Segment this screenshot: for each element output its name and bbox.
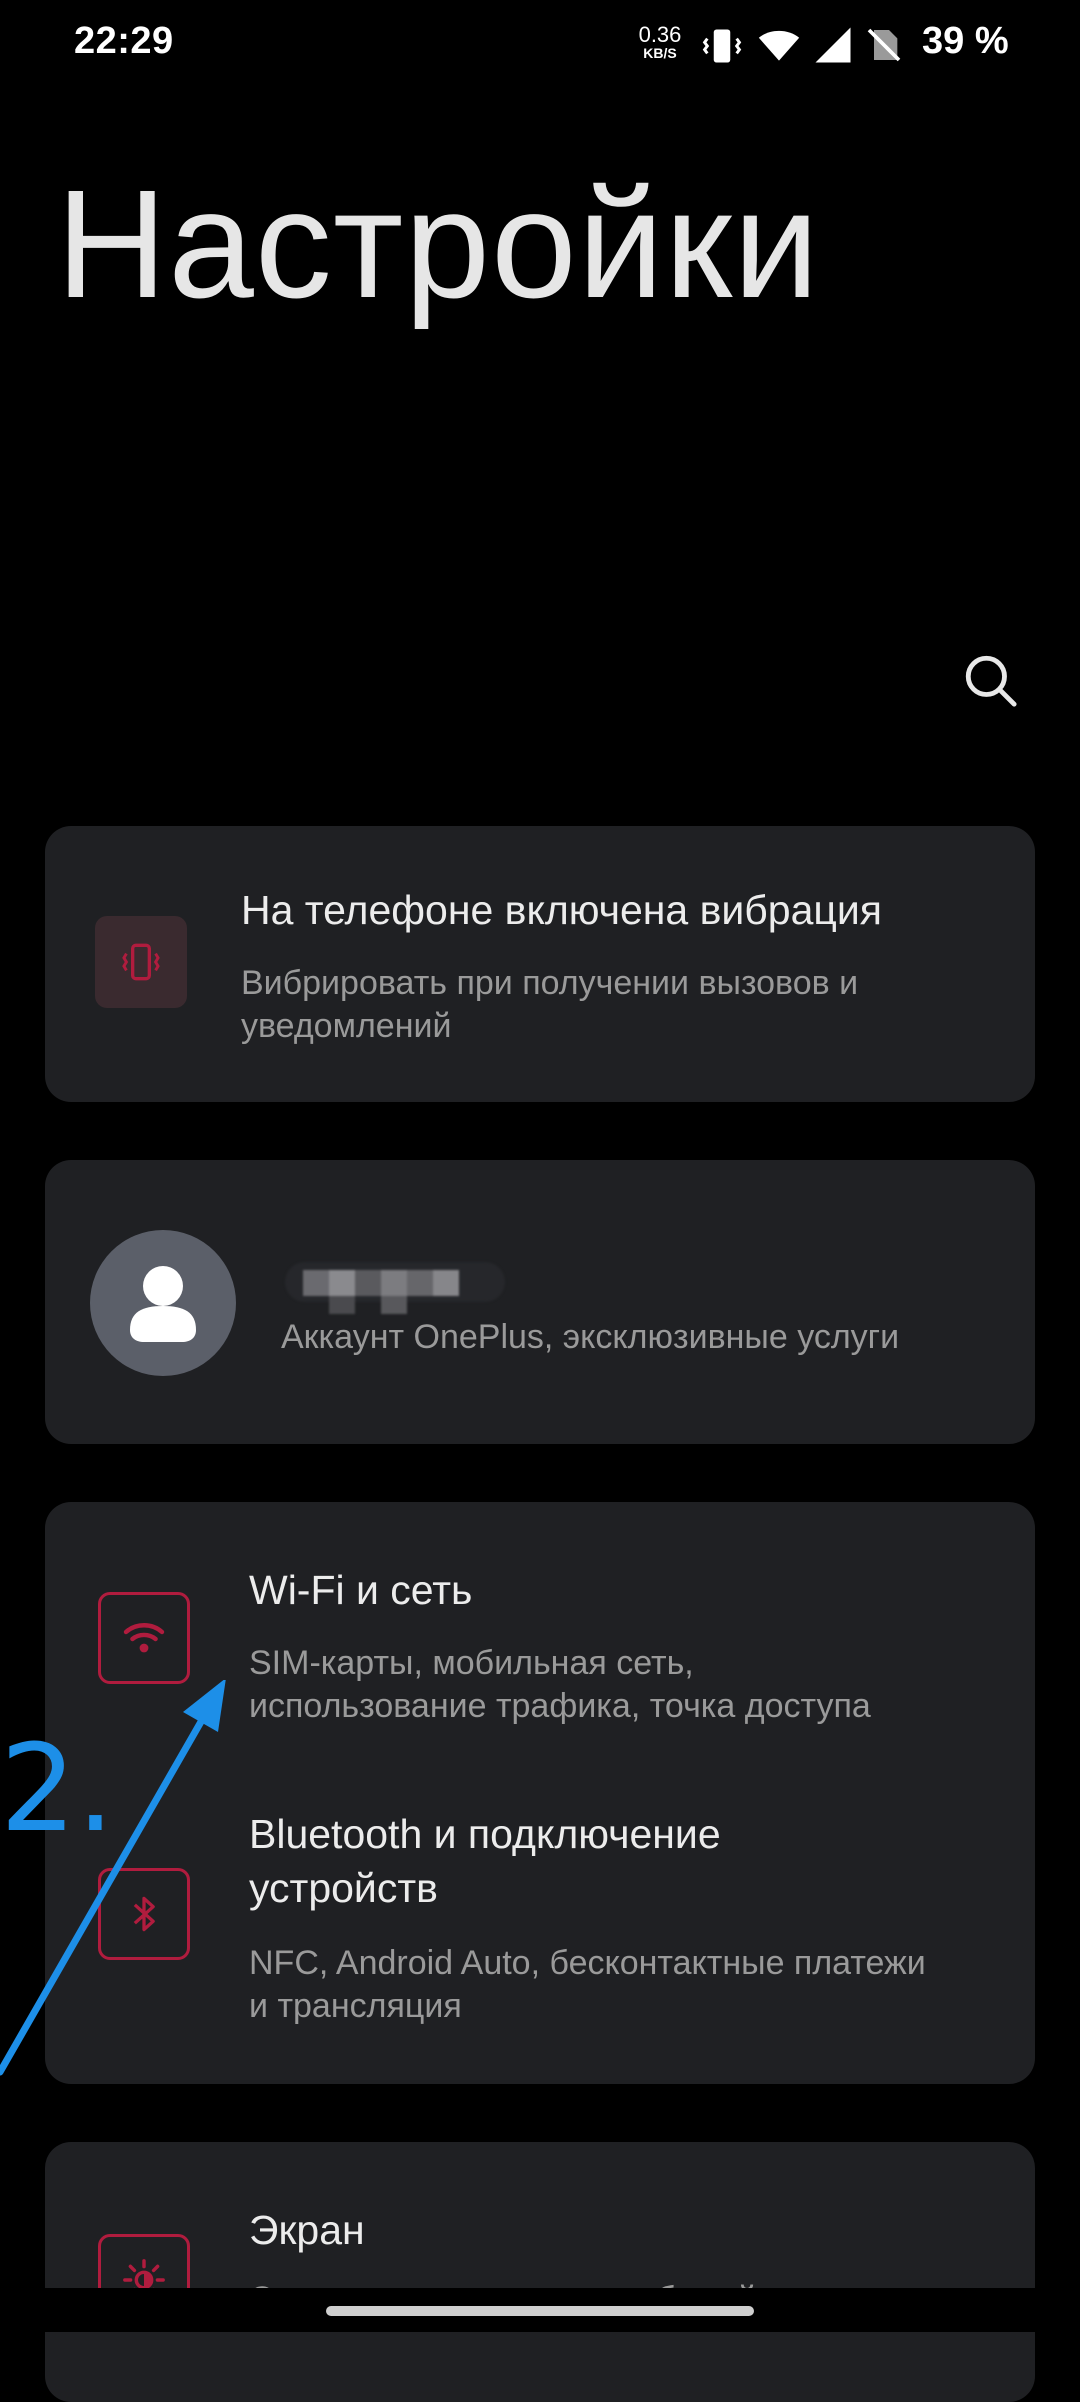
account-name-redacted xyxy=(285,1252,505,1314)
screen-title: Экран xyxy=(249,2207,365,2253)
bluetooth-title-line2: устройств xyxy=(249,1865,438,1911)
status-time: 22:29 xyxy=(74,20,174,62)
vibrate-icon xyxy=(700,24,744,73)
vibration-subtitle-line1: Вибрировать при получении вызовов и xyxy=(241,964,859,1002)
annotation-arrow xyxy=(0,1680,226,2076)
wifi-subtitle-line2: использование трафика, точка доступа xyxy=(249,1687,871,1725)
bluetooth-subtitle-line1: NFC, Android Auto, бесконтактные платежи xyxy=(249,1944,926,1982)
network-speed: 0.36 KB/S xyxy=(634,22,686,61)
bluetooth-title-line1: Bluetooth и подключение xyxy=(249,1811,721,1857)
vibration-subtitle-line2: уведомлений xyxy=(241,1007,452,1045)
network-speed-unit: KB/S xyxy=(643,45,677,61)
wifi-icon xyxy=(756,24,802,73)
no-sim-icon xyxy=(864,24,904,71)
gesture-home-bar[interactable] xyxy=(326,2306,754,2316)
account-subtitle: Аккаунт OnePlus, эксклюзивные услуги xyxy=(281,1318,900,1356)
battery-percent: 39 % xyxy=(922,20,1009,62)
wifi-subtitle-line1: SIM-карты, мобильная сеть, xyxy=(249,1644,694,1682)
search-button[interactable] xyxy=(950,640,1030,720)
person-icon xyxy=(130,1266,196,1342)
screen-card[interactable]: Экран Строка состояния, черно-белый экра… xyxy=(45,2142,1035,2402)
vibrate-icon xyxy=(95,916,187,1008)
vibration-title: На телефоне включена вибрация xyxy=(241,887,882,933)
avatar xyxy=(90,1230,236,1376)
network-speed-value: 0.36 xyxy=(638,22,682,47)
wifi-icon xyxy=(98,1592,190,1684)
bluetooth-subtitle-line2: и трансляция xyxy=(249,1987,462,2025)
wifi-title: Wi-Fi и сеть xyxy=(249,1567,473,1613)
account-card[interactable]: Аккаунт OnePlus, эксклюзивные услуги xyxy=(45,1160,1035,1444)
search-icon xyxy=(965,655,1017,707)
vibration-card[interactable]: На телефоне включена вибрация Вибрироват… xyxy=(45,826,1035,1102)
cell-signal-icon xyxy=(812,24,854,71)
page-title: Настройки xyxy=(56,158,821,330)
